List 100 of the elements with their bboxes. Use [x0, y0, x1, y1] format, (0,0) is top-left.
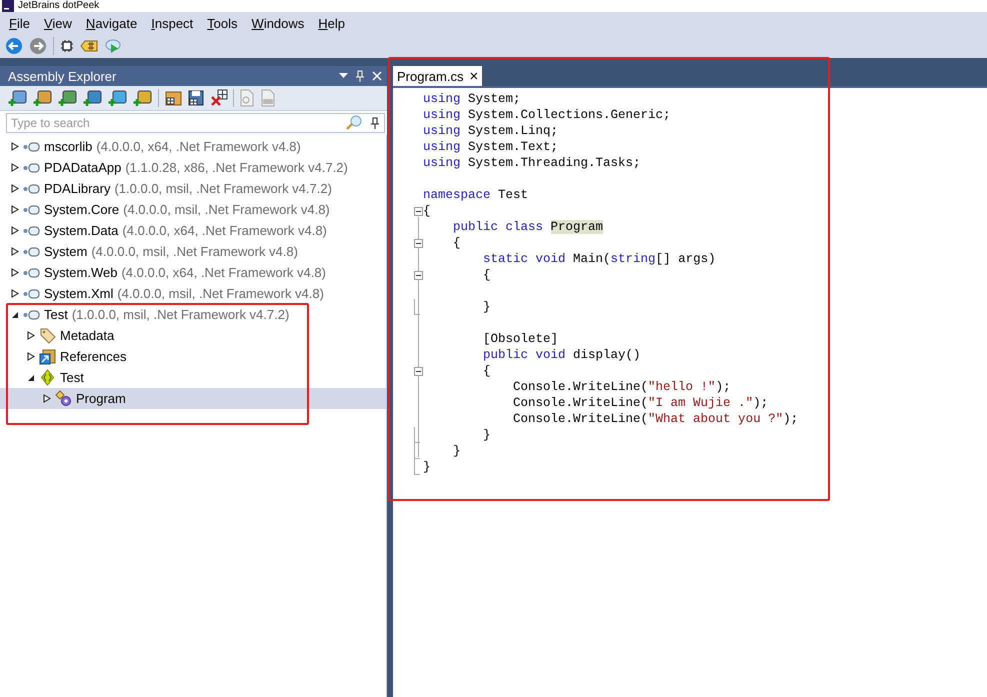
- code-line: {: [452, 235, 461, 251]
- collapse-icon[interactable]: [414, 270, 423, 280]
- add-item-icon[interactable]: [83, 89, 103, 107]
- code-line: namespace Test: [423, 187, 528, 203]
- code-line: using System.Text;: [423, 139, 558, 155]
- collapsed-arrow-icon[interactable]: [11, 163, 19, 172]
- close-icon[interactable]: [372, 71, 382, 81]
- menu-item[interactable]: Navigate: [78, 16, 144, 30]
- tree-item[interactable]: PDALibrary (1.0.0.0, msil, .Net Framework v4.7.2): [0, 178, 386, 199]
- collapse-icon[interactable]: [414, 366, 423, 376]
- menu-item[interactable]: View: [36, 16, 79, 30]
- menu-item[interactable]: Inspect: [144, 16, 200, 30]
- assembly-icon: [23, 204, 40, 214]
- tree-item-name: System.Web: [44, 265, 118, 280]
- assembly-icon: [23, 226, 40, 236]
- collapsed-arrow-icon[interactable]: [11, 247, 19, 256]
- collapse-icon[interactable]: [414, 206, 423, 216]
- tree-item[interactable]: System (4.0.0.0, msil, .Net Framework v4.8): [0, 241, 386, 262]
- code-line: }: [482, 427, 491, 443]
- assembly-icon: [23, 184, 40, 194]
- add-item-icon[interactable]: [33, 89, 53, 107]
- tree-item-details: (4.0.0.0, x64, .Net Framework v4.8): [122, 223, 327, 238]
- tree-item[interactable]: Program: [0, 388, 386, 409]
- tree-item[interactable]: System.Web (4.0.0.0, x64, .Net Framework v4.8): [0, 262, 386, 283]
- code-editor[interactable]: [393, 86, 987, 697]
- tree-item-details: (4.0.0.0, msil, .Net Framework v4.8): [91, 244, 298, 259]
- back-icon[interactable]: [5, 37, 23, 55]
- collapsed-arrow-icon[interactable]: [27, 352, 35, 361]
- code-line: public void display(): [482, 347, 641, 363]
- code-line: }: [452, 443, 461, 459]
- code-line: }: [423, 459, 431, 475]
- tree-item[interactable]: PDADataApp (1.1.0.28, x86, .Net Framework v4.7.2): [0, 157, 386, 178]
- tree-item[interactable]: System.Xml (4.0.0.0, msil, .Net Framework v4.8): [0, 283, 386, 304]
- tree-item[interactable]: Metadata: [0, 325, 386, 346]
- collapsed-arrow-icon[interactable]: [11, 268, 19, 277]
- code-line: Console.WriteLine("hello !");: [512, 379, 731, 395]
- tree-item-name: System.Core: [44, 202, 120, 217]
- tree-item[interactable]: References: [0, 346, 386, 367]
- search-field[interactable]: Type to search: [6, 113, 385, 133]
- expanded-arrow-icon[interactable]: [27, 374, 35, 382]
- collapsed-arrow-icon[interactable]: [11, 226, 19, 235]
- add-item-icon[interactable]: [108, 89, 128, 107]
- tree-item-name: System: [44, 244, 88, 259]
- tree-item-name: References: [60, 349, 126, 364]
- tree-item[interactable]: Test: [0, 367, 386, 388]
- menu-item[interactable]: Help: [311, 16, 352, 30]
- assembly-icon: [23, 246, 40, 256]
- tree-item-name: System.Data: [44, 223, 118, 238]
- code-line: [Obsolete]: [482, 331, 558, 347]
- tree-item-details: (1.0.0.0, msil, .Net Framework v4.7.2): [72, 307, 290, 322]
- tree-item[interactable]: System.Core (4.0.0.0, msil, .Net Framework v4.8): [0, 199, 386, 220]
- collapsed-arrow-icon[interactable]: [11, 184, 19, 193]
- menu-item[interactable]: File: [2, 16, 37, 30]
- menu-item[interactable]: Tools: [200, 16, 245, 30]
- pin-icon[interactable]: [371, 117, 379, 129]
- collapsed-arrow-icon[interactable]: [11, 289, 19, 298]
- add-item-icon[interactable]: [133, 89, 153, 107]
- class-icon: [55, 390, 72, 407]
- close-tab-icon[interactable]: ×: [469, 68, 478, 84]
- tree-item-details: (4.0.0.0, msil, .Net Framework v4.8): [117, 286, 324, 301]
- code-line: {: [423, 203, 431, 219]
- tree-item-name: mscorlib: [44, 139, 92, 154]
- code-line: using System.Threading.Tasks;: [423, 155, 641, 171]
- tree-item-name: Test: [60, 370, 84, 385]
- code-line: static void Main(string[] args): [482, 251, 716, 267]
- tree-item-name: PDALibrary: [44, 181, 110, 196]
- expanded-arrow-icon[interactable]: [11, 310, 19, 318]
- collapsed-arrow-icon[interactable]: [43, 394, 51, 403]
- collapsed-arrow-icon[interactable]: [11, 205, 19, 214]
- tree-item-name: Program: [76, 391, 126, 406]
- collapsed-arrow-icon[interactable]: [27, 331, 35, 340]
- add-item-icon[interactable]: [58, 89, 78, 107]
- panel-title: Assembly Explorer: [8, 68, 118, 84]
- menu-item[interactable]: Windows: [244, 16, 312, 30]
- tree-item[interactable]: mscorlib (4.0.0.0, x64, .Net Framework v4.8): [0, 136, 386, 157]
- tree-item-details: (4.0.0.0, msil, .Net Framework v4.8): [123, 202, 330, 217]
- tree-item-name: PDADataApp: [44, 160, 122, 175]
- add-item-icon[interactable]: [8, 89, 28, 107]
- save-icon[interactable]: [187, 89, 205, 107]
- file-tab[interactable]: Program.cs ×: [393, 66, 482, 86]
- tag-icon[interactable]: [80, 39, 98, 53]
- code-line: Console.WriteLine("I am Wujie .");: [512, 395, 768, 411]
- collapse-icon[interactable]: [414, 238, 423, 248]
- remove-icon[interactable]: [210, 89, 228, 107]
- tree-item-details: (1.0.0.0, msil, .Net Framework v4.7.2): [114, 181, 332, 196]
- tree-item[interactable]: Test (1.0.0.0, msil, .Net Framework v4.7.2): [0, 304, 386, 325]
- collapsed-arrow-icon[interactable]: [11, 142, 19, 151]
- tree-item-name: System.Xml: [44, 286, 114, 301]
- folder-grid-icon[interactable]: [164, 89, 182, 107]
- forward-icon[interactable]: [29, 37, 47, 55]
- tree-item-details: (4.0.0.0, x64, .Net Framework v4.8): [96, 139, 301, 154]
- tab-label: Program.cs: [397, 68, 464, 84]
- code-line: {: [482, 267, 491, 283]
- tree-item-details: (1.1.0.28, x86, .Net Framework v4.7.2): [125, 160, 348, 175]
- tree-item[interactable]: System.Data (4.0.0.0, x64, .Net Framework v4.8): [0, 220, 386, 241]
- code-line: using System;: [423, 91, 521, 107]
- chip-icon[interactable]: [60, 39, 74, 53]
- dropdown-icon[interactable]: [339, 73, 348, 79]
- tag-icon: [39, 327, 56, 344]
- assembly-icon: [23, 142, 40, 152]
